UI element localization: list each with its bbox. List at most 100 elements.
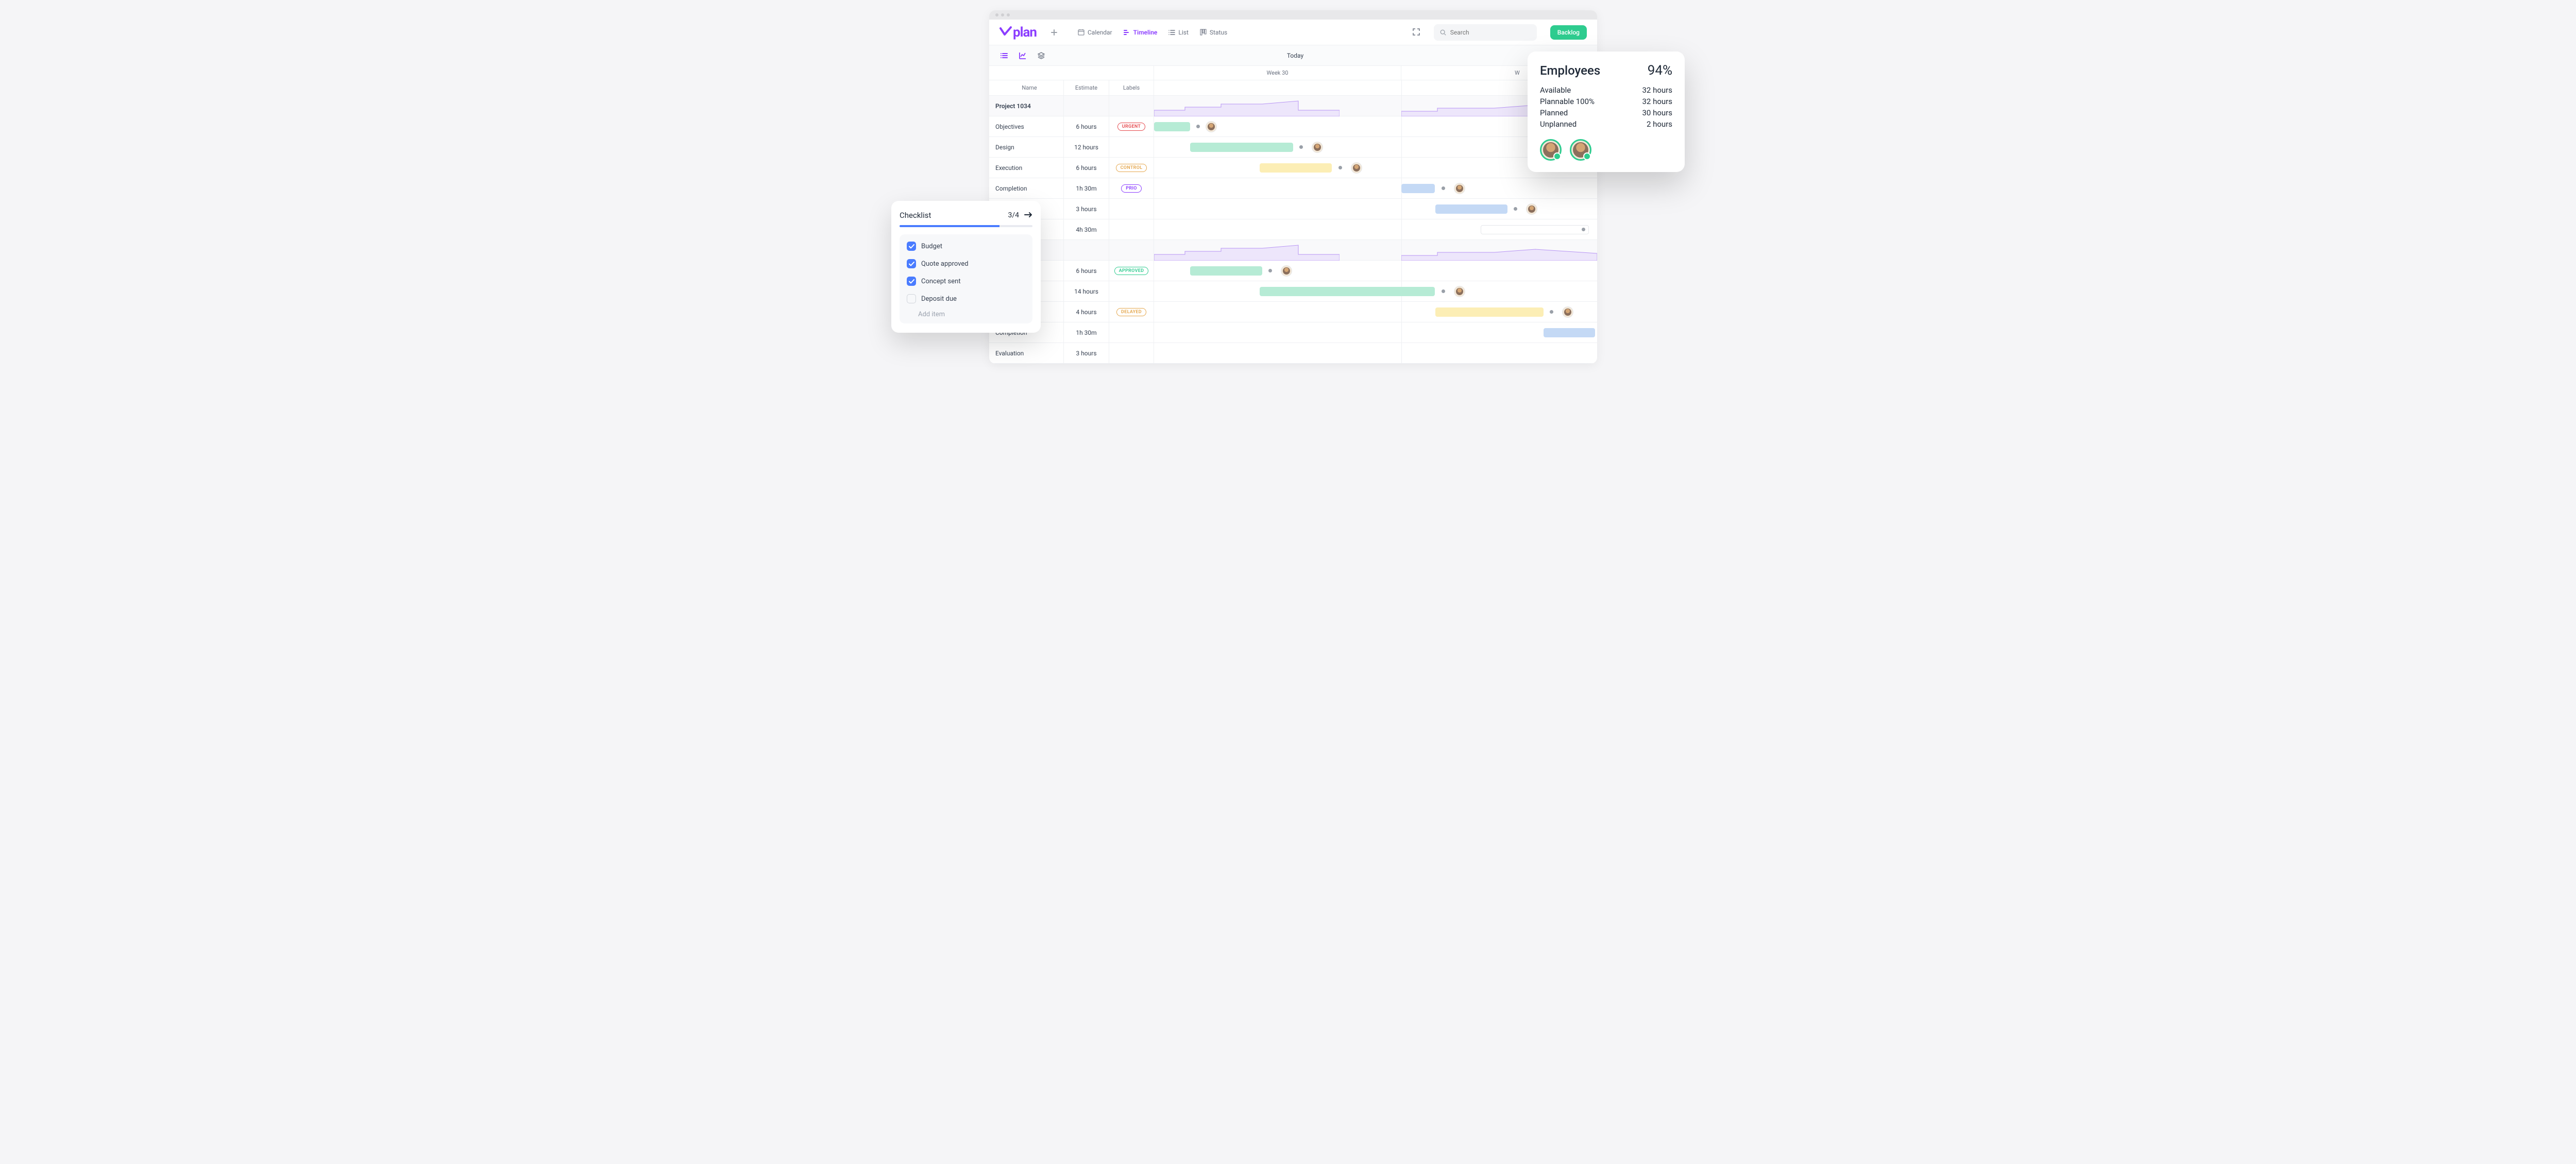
backlog-button[interactable]: Backlog [1550,25,1587,40]
gantt-bar[interactable] [1260,163,1332,173]
task-estimate: 14 hours [1064,281,1109,301]
employee-stat-row: Plannable 100% 32 hours [1540,96,1672,107]
task-row[interactable]: 6 hours APPROVED [989,261,1597,281]
assignee-avatar[interactable] [1454,183,1465,194]
employees-popup: Employees 94% Available32 hoursPlannable… [1528,52,1685,172]
task-label-cell [1109,343,1154,363]
project-row[interactable] [989,240,1597,261]
gantt-bar[interactable] [1190,143,1293,152]
employees-percent: 94% [1648,63,1672,78]
chart-icon[interactable] [1018,51,1027,60]
checklist-item-label: Budget [921,243,942,250]
col-name: Name [989,80,1064,95]
task-row[interactable]: 4h 30m [989,219,1597,240]
task-estimate: 4 hours [1064,302,1109,322]
gantt-bar[interactable] [1435,307,1544,317]
gantt-bar[interactable] [1435,204,1507,214]
layers-icon[interactable] [1037,51,1046,60]
stat-value: 32 hours [1642,85,1673,95]
view-timeline[interactable]: Timeline [1118,26,1163,39]
checklist-item-label: Deposit due [921,295,957,303]
app-window: plan Calendar Timeline List Status [989,10,1597,364]
task-label-cell [1109,137,1154,157]
checklist-item[interactable]: Quote approved [904,257,1028,270]
task-dot [1299,145,1303,149]
stat-label: Plannable 100% [1540,97,1595,106]
checklist-item[interactable]: Deposit due [904,292,1028,305]
employee-avatar[interactable] [1540,139,1562,161]
task-row[interactable]: Execution 6 hours CONTROL [989,158,1597,178]
col-labels: Labels [1109,80,1154,95]
gantt-bar[interactable] [1401,184,1435,193]
task-label-cell [1109,96,1154,116]
task-estimate: 6 hours [1064,116,1109,136]
assignee-avatar[interactable] [1454,286,1465,297]
stat-value: 30 hours [1642,108,1673,117]
checklist-item[interactable]: Concept sent [904,275,1028,288]
stat-value: 32 hours [1642,97,1673,106]
view-calendar[interactable]: Calendar [1073,26,1117,39]
arrow-right-icon[interactable] [1024,210,1032,220]
assignee-avatar[interactable] [1281,265,1292,277]
task-row[interactable]: Evaluation 3 hours [989,343,1597,364]
project-row[interactable]: Project 1034 [989,96,1597,116]
label-pill: CONTROL [1116,164,1147,172]
gantt-bar[interactable] [1154,122,1190,131]
task-label-cell: APPROVED [1109,261,1154,281]
assignee-avatar[interactable] [1562,306,1573,318]
checkbox[interactable] [907,277,916,286]
gantt-bar[interactable] [1190,266,1262,276]
task-dot [1582,228,1585,231]
task-row[interactable]: Design 12 hours [989,137,1597,158]
assignee-avatar[interactable] [1206,121,1217,132]
employee-stat-row: Planned 30 hours [1540,107,1672,118]
task-estimate: 6 hours [1064,158,1109,178]
task-estimate: 12 hours [1064,137,1109,157]
search-input[interactable] [1434,24,1537,41]
task-estimate: 3 hours [1064,199,1109,219]
task-name: Completion [989,178,1064,198]
list-view-icon[interactable] [999,51,1009,60]
stat-label: Unplanned [1540,119,1577,129]
status-icon [1200,29,1207,36]
calendar-icon [1078,29,1084,36]
gantt-bar[interactable] [1544,328,1595,337]
add-checklist-item[interactable]: Add item [904,311,1028,318]
checkbox[interactable] [907,242,916,251]
stat-label: Planned [1540,108,1568,117]
task-row[interactable]: Completion 1h 30m [989,322,1597,343]
task-dot [1550,310,1553,314]
view-status[interactable]: Status [1195,26,1232,39]
assignee-avatar[interactable] [1526,203,1537,215]
task-label-cell: CONTROL [1109,158,1154,178]
task-row[interactable]: 14 hours [989,281,1597,302]
task-name: Evaluation [989,343,1064,363]
task-row[interactable]: 4 hours DELAYED [989,302,1597,322]
search-field[interactable] [1450,29,1531,36]
checkbox[interactable] [907,259,916,268]
label-pill: PRIO [1121,184,1142,193]
view-list[interactable]: List [1163,26,1194,39]
checklist-item[interactable]: Budget [904,239,1028,253]
task-dot [1514,207,1517,211]
gantt-bar[interactable] [1481,225,1589,234]
task-estimate [1064,240,1109,260]
task-row[interactable]: Objectives 6 hours URGENT [989,116,1597,137]
task-row[interactable]: Completion 1h 30m PRIO [989,178,1597,199]
fullscreen-icon[interactable] [1412,28,1421,37]
assignee-avatar[interactable] [1351,162,1362,174]
task-label-cell [1109,199,1154,219]
task-row[interactable]: 3 hours [989,199,1597,219]
task-label-cell: DELAYED [1109,302,1154,322]
task-label-cell [1109,322,1154,343]
label-pill: URGENT [1117,123,1145,131]
label-pill: DELAYED [1116,308,1146,316]
checkbox[interactable] [907,294,916,303]
task-dot [1196,125,1200,128]
task-dot [1268,269,1272,272]
employee-avatar[interactable] [1570,139,1591,161]
assignee-avatar[interactable] [1312,142,1323,153]
task-dot [1338,166,1342,169]
add-button[interactable] [1048,26,1060,39]
gantt-bar[interactable] [1260,287,1435,296]
